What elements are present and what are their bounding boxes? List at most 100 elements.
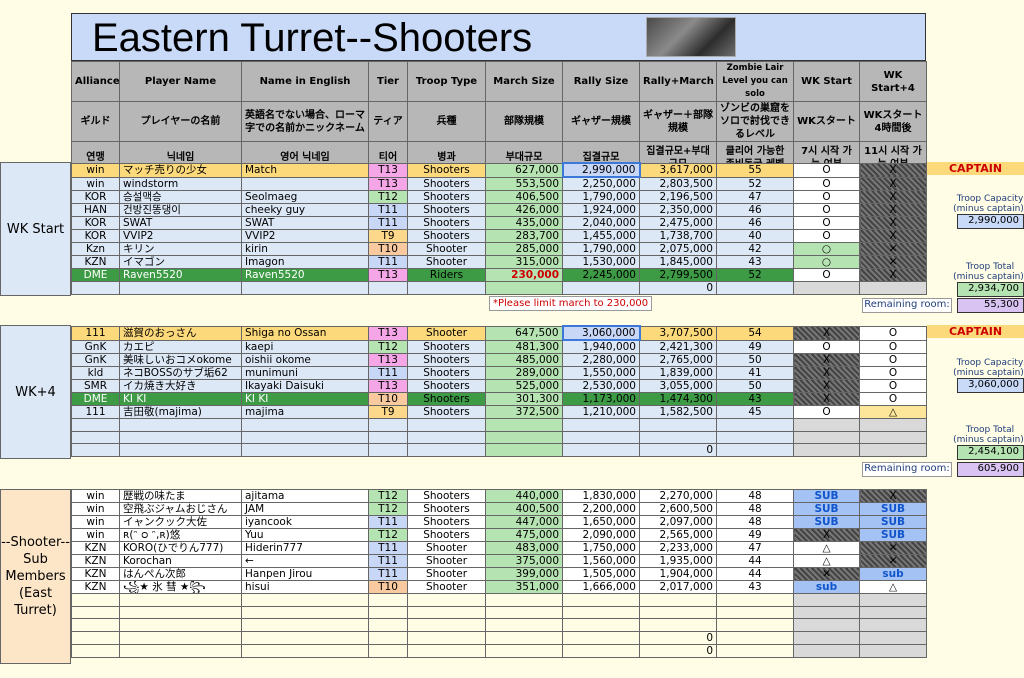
cell-rally-march: 1,935,000 [639, 554, 717, 568]
cell-lair-level: 43 [716, 392, 794, 406]
cell-wk-start4 [859, 630, 927, 645]
cell-troop-type: Shooter [407, 580, 486, 594]
header-rally-march: Rally+March [639, 61, 717, 102]
cell-wk-start [793, 630, 860, 645]
capacity-value-2: 3,060,000 [957, 378, 1024, 393]
header-march-size: 部隊規模 [485, 101, 563, 142]
cell-rally-march: 0 [639, 281, 717, 295]
header-english-name: Name in English [241, 61, 369, 102]
cell-wk-start [793, 430, 860, 444]
cell-march-size: 483,000 [485, 541, 563, 555]
march-limit-note: *Please limit march to 230,000 [489, 296, 653, 311]
cell-player-name: 승설맥승 [119, 190, 242, 204]
cell-lair-level [716, 430, 794, 444]
cell-wk-start: ✕ [793, 567, 860, 581]
cell-tier [368, 593, 408, 607]
cell-wk-start: △ [793, 541, 860, 555]
cell-wk-start: X [793, 366, 860, 380]
cell-player-name: KI KI [119, 392, 242, 406]
cell-troop-type: Shooters [407, 203, 486, 217]
cell-player-name: ꧁★ 氷 彗 ★꧂ [119, 580, 242, 594]
cell-lair-level [716, 281, 794, 295]
cell-troop-type [407, 593, 486, 607]
cell-wk-start [793, 643, 860, 658]
header-alliance: Alliance [71, 61, 120, 102]
cell-player-name: ʀ(ᵔ ᴑ ᵔ,ʀ)悠 [119, 528, 242, 542]
cell-rally-march: 2,421,300 [639, 339, 717, 354]
cell-lair-level: 55 [716, 162, 794, 178]
capacity-value-1: 2,990,000 [957, 214, 1024, 229]
cell-rally-march: 2,565,000 [639, 528, 717, 542]
cell-march-size: 447,000 [485, 515, 563, 529]
section-label-wk4: WK+4 [0, 325, 71, 459]
cell-lair-level [716, 418, 794, 432]
header-row-en: Alliance Player Name Name in English Tier Tr… [71, 61, 927, 102]
cell-wk-start4: O [859, 392, 927, 406]
cell-english-name [241, 443, 369, 457]
cell-wk-start [793, 605, 860, 619]
cell-alliance: KZN [71, 554, 120, 568]
cell-english-name: Match [241, 162, 369, 178]
cell-wk-start: X [793, 353, 860, 367]
cell-rally-march: 2,017,000 [639, 580, 717, 594]
cell-english-name: Hiderin777 [241, 541, 369, 555]
cell-troop-type: Shooters [407, 502, 486, 516]
cell-english-name: hisui [241, 580, 369, 594]
header-wk-start4: WK Start+4 [859, 61, 927, 102]
cell-alliance: win [71, 528, 120, 542]
cell-march-size: 553,500 [485, 176, 563, 191]
total-caption-2: Troop Total (minus captain): [953, 425, 1024, 445]
table-row: KOR VVIP2 VVIP2 T9 Shooters 283,700 1,455,000 1… [71, 229, 927, 243]
cell-march-size [485, 418, 563, 432]
cell-rally-march: 0 [639, 630, 717, 645]
cell-english-name [241, 630, 369, 645]
header-troop-type: Troop Type [407, 61, 486, 102]
cell-tier [368, 281, 408, 295]
cell-tier [368, 605, 408, 619]
cell-rally-size: 1,790,000 [562, 190, 640, 204]
cell-rally-march [639, 593, 717, 607]
table-row: 111 滋賀のおっさん Shiga no Ossan T13 Shooter 647,50… [71, 325, 927, 341]
cell-march-size [485, 605, 563, 619]
cell-rally-size [562, 630, 640, 645]
cell-lair-level [716, 643, 794, 658]
cell-wk-start: O [793, 405, 860, 419]
cell-march-size: 647,500 [485, 325, 563, 341]
cell-tier: T13 [368, 353, 408, 367]
remaining-value-1: 55,300 [957, 298, 1024, 313]
capacity-caption-1: Troop Capacity (minus captain): [953, 194, 1024, 214]
table-row [71, 618, 927, 632]
cell-player-name: カエピ [119, 339, 242, 354]
cell-tier [368, 643, 408, 658]
cell-wk-start4: O [859, 339, 927, 354]
cell-tier: T13 [368, 325, 408, 341]
header-wk-start: WKスタート [793, 101, 860, 142]
header-lair-level: ゾンビの巣窟をソロで討伐できるレベル [716, 101, 794, 142]
cell-player-name: 吉田敬(majima) [119, 405, 242, 419]
cell-lair-level: 45 [716, 405, 794, 419]
cell-rally-march [639, 418, 717, 432]
cell-troop-type [407, 418, 486, 432]
cell-tier: T10 [368, 392, 408, 406]
cell-wk-start4 [859, 618, 927, 632]
header-troop-type: 兵種 [407, 101, 486, 142]
cell-lair-level [716, 443, 794, 457]
cell-lair-level: 52 [716, 176, 794, 191]
cell-march-size: 440,000 [485, 489, 563, 503]
cell-player-name: イマゴン [119, 255, 242, 269]
cell-rally-march: 2,270,000 [639, 489, 717, 503]
cell-wk-start4: X [859, 229, 927, 243]
cell-alliance: KOR [71, 216, 120, 230]
cell-rally-march: 1,738,700 [639, 229, 717, 243]
cell-lair-level [716, 605, 794, 619]
table-row: win 空飛ぶジャムおじさん JAM T12 Shooters 400,500 2,200,… [71, 502, 927, 516]
cell-rally-size: 2,245,000 [562, 268, 640, 282]
header-table: Alliance Player Name Name in English Tier Tr… [71, 61, 927, 174]
table-row: win ʀ(ᵔ ᴑ ᵔ,ʀ)悠 Yuu T12 Shooters 475,000 2,090… [71, 528, 927, 542]
cell-english-name [241, 605, 369, 619]
cell-alliance: KOR [71, 229, 120, 243]
table-row: kld ネコBOSSのサブ垢62 munimuni T11 Shooters 289,00… [71, 366, 927, 380]
cell-player-name: 空飛ぶジャムおじさん [119, 502, 242, 516]
cell-tier: T12 [368, 528, 408, 542]
cell-english-name: majima [241, 405, 369, 419]
